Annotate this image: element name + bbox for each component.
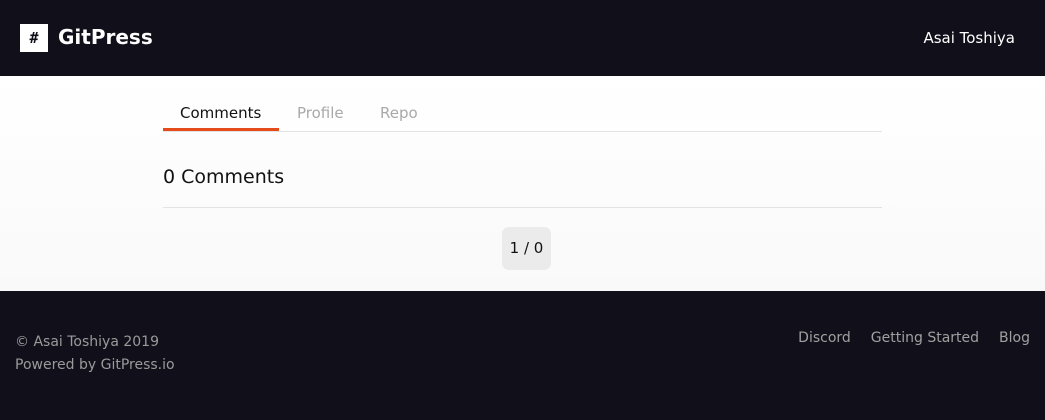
- brand-name[interactable]: GitPress: [58, 24, 153, 50]
- divider: [163, 207, 882, 208]
- tab-repo[interactable]: Repo: [380, 104, 418, 122]
- footer-link-blog[interactable]: Blog: [999, 329, 1030, 347]
- active-tab-indicator: [163, 128, 279, 131]
- main-content: Comments Profile Repo 0 Comments 1 / 0: [0, 76, 1045, 291]
- tab-bar: Comments Profile Repo: [163, 76, 882, 132]
- footer-link-discord[interactable]: Discord: [798, 329, 851, 347]
- tab-comments[interactable]: Comments: [180, 104, 261, 122]
- copyright-text: © Asai Toshiya 2019: [15, 334, 159, 350]
- hash-logo-icon[interactable]: #: [20, 24, 48, 52]
- site-footer: © Asai Toshiya 2019 Powered by GitPress.…: [0, 291, 1045, 420]
- site-header: # GitPress Asai Toshiya: [0, 0, 1045, 76]
- footer-links: Discord Getting Started Blog: [798, 329, 1030, 347]
- tab-profile[interactable]: Profile: [297, 104, 344, 122]
- user-name-link[interactable]: Asai Toshiya: [923, 29, 1015, 47]
- pagination-indicator[interactable]: 1 / 0: [502, 227, 551, 270]
- footer-link-getting-started[interactable]: Getting Started: [871, 329, 979, 347]
- comments-count: 0 Comments: [163, 166, 285, 188]
- powered-by-text: Powered by GitPress.io: [15, 357, 175, 373]
